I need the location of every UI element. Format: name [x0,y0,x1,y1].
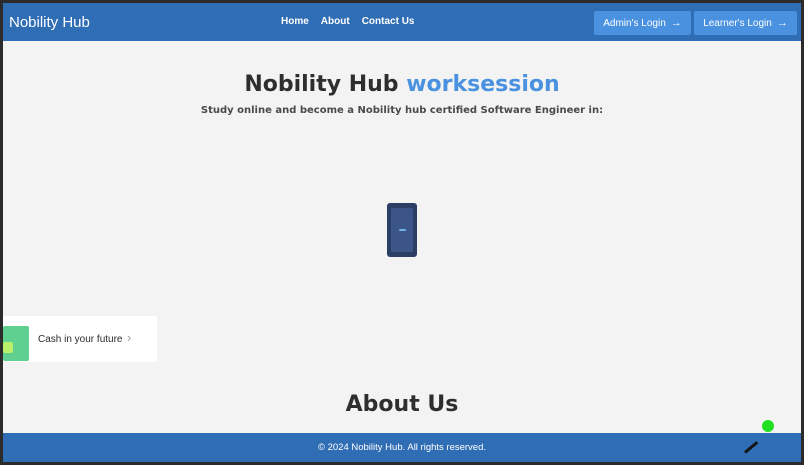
phone-illustration-icon [387,203,417,257]
footer: © 2024 Nobility Hub. All rights reserved… [3,433,801,462]
learner-login-button[interactable]: Learner's Login → [694,11,797,35]
status-dot-icon[interactable] [762,420,774,432]
navbar: Nobility Hub Home About Contact Us Admin… [3,3,801,41]
hero-subtitle: Study online and become a Nobility hub c… [200,105,604,116]
phone-screen [391,208,413,252]
hero-title-main: Nobility Hub [244,72,399,97]
footer-copyright: © 2024 Nobility Hub. All rights reserved… [317,442,487,453]
about-title: About Us [345,392,459,417]
arrow-right-icon: → [670,17,682,29]
nav-link-home[interactable]: Home [281,16,309,27]
admin-login-label: Admin's Login [603,17,666,29]
chevron-right-icon[interactable]: › [127,330,131,345]
cash-card[interactable]: Cash in your future › [3,316,157,362]
wallet-icon-inner [3,342,13,353]
nav-links: Home About Contact Us [281,16,414,27]
hero-title-accent: worksession [406,72,560,97]
brand-logo[interactable]: Nobility Hub [9,14,90,31]
nav-link-about[interactable]: About [321,16,350,27]
wallet-icon [3,326,29,361]
cash-card-label: Cash in your future [38,334,123,345]
nav-link-contact[interactable]: Contact Us [362,16,415,27]
admin-login-button[interactable]: Admin's Login → [594,11,691,35]
learner-login-label: Learner's Login [703,17,772,29]
arrow-right-icon: → [776,17,788,29]
page-frame: Nobility Hub Home About Contact Us Admin… [3,3,801,462]
hero-title: Nobility Hub worksession [3,72,801,97]
phone-indicator [399,229,406,231]
